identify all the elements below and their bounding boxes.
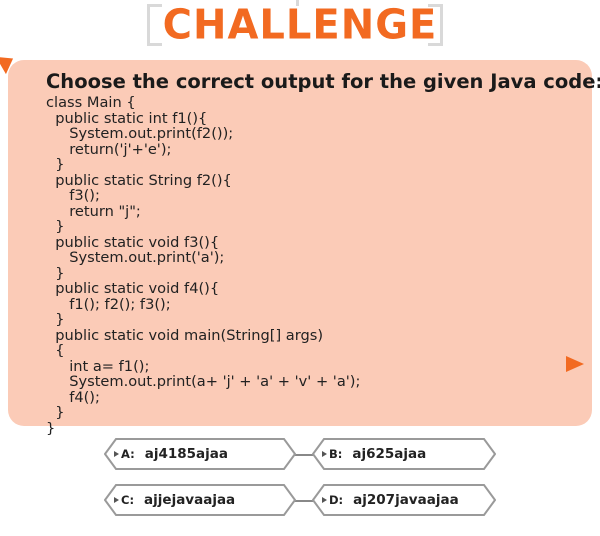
code-line: return "j"; xyxy=(46,202,141,220)
option-b-button[interactable]: B: aj625ajaa xyxy=(312,438,496,470)
option-d-button[interactable]: D: aj207javaajaa xyxy=(312,484,496,516)
option-text: aj4185ajaa xyxy=(144,446,228,462)
decorative-triangle-right xyxy=(566,356,584,372)
code-line: class Main { xyxy=(46,94,136,111)
code-line: return('j'+'e'); xyxy=(46,140,172,158)
code-line: f4(); xyxy=(46,388,100,406)
code-line: } xyxy=(46,264,65,282)
code-line: } xyxy=(46,311,65,328)
code-line: System.out.print(a+ 'j' + 'a' + 'v' + 'a… xyxy=(46,373,361,390)
code-line: { xyxy=(46,342,65,359)
code-line: System.out.print('a'); xyxy=(46,249,225,266)
option-c-button[interactable]: C: ajjejavaajaa xyxy=(104,484,296,516)
option-label: C: xyxy=(121,493,135,507)
code-line: public static void f3(){ xyxy=(46,233,220,251)
code-line: int a= f1(); xyxy=(46,357,150,375)
code-line: f1(); f2(); f3(); xyxy=(46,295,171,313)
code-line: } xyxy=(46,156,65,173)
code-line: f3(); xyxy=(46,187,100,204)
challenge-title: CHALLENGE xyxy=(162,1,438,49)
option-label: A: xyxy=(121,447,135,461)
option-text: aj207javaajaa xyxy=(353,492,459,508)
option-text: ajjejavaajaa xyxy=(144,492,236,508)
option-label: D: xyxy=(329,493,344,507)
question-text: Choose the correct output for the given … xyxy=(46,70,600,93)
code-line: System.out.print(f2()); xyxy=(46,125,234,142)
code-line: public static int f1(){ xyxy=(46,109,208,127)
code-line: } xyxy=(46,404,65,421)
option-text: aj625ajaa xyxy=(352,446,427,462)
title-area: CHALLENGE xyxy=(0,0,600,52)
code-line: } xyxy=(46,419,56,437)
code-line: public static String f2(){ xyxy=(46,171,232,189)
option-a-button[interactable]: A: aj4185ajaa xyxy=(104,438,296,470)
code-line: } xyxy=(46,218,65,235)
option-label: B: xyxy=(329,447,343,461)
code-line: public static void f4(){ xyxy=(46,280,220,297)
code-line: public static void main(String[] args) xyxy=(46,326,324,344)
code-block: class Main { public static int f1(){ Sys… xyxy=(46,95,360,436)
